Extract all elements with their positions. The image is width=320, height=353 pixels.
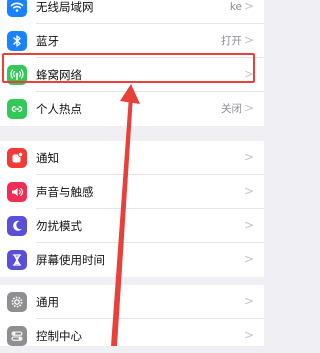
general-label: 通用: [36, 295, 59, 309]
settings-row-sounds[interactable]: 声音与触感 >: [0, 175, 264, 209]
chevron-right-icon: >: [243, 328, 254, 342]
sounds-label: 声音与触感: [36, 185, 94, 199]
hotspot-label: 个人热点: [36, 102, 82, 116]
settings-row-control-center[interactable]: 控制中心 >: [0, 319, 264, 353]
wifi-value: ke: [229, 1, 242, 13]
chevron-right-icon: >: [243, 0, 254, 13]
speaker-icon: [7, 182, 27, 202]
hourglass-icon: [7, 250, 27, 270]
chevron-right-icon: >: [243, 218, 254, 232]
chevron-right-icon: >: [243, 150, 254, 164]
notifications-label: 通知: [36, 151, 59, 165]
screen-time-label: 屏幕使用时间: [36, 253, 105, 267]
chevron-right-icon: >: [243, 184, 254, 198]
hotspot-value: 关闭: [221, 103, 242, 115]
cellular-highlight-box: [2, 53, 255, 83]
wifi-icon: [7, 0, 27, 17]
bluetooth-icon: [7, 31, 27, 51]
moon-icon: [7, 216, 27, 236]
chevron-right-icon: >: [243, 101, 254, 115]
general-group: 通用 > 控制中心 >: [0, 285, 264, 346]
chevron-right-icon: >: [243, 252, 254, 266]
settings-row-wifi[interactable]: 无线局域网 ke >: [0, 0, 264, 24]
notification-icon: [7, 148, 27, 168]
settings-row-hotspot[interactable]: 个人热点 关闭 >: [0, 92, 264, 126]
settings-row-general[interactable]: 通用 >: [0, 285, 264, 319]
dnd-label: 勿扰模式: [36, 219, 82, 233]
toggles-icon: [7, 326, 27, 346]
chevron-right-icon: >: [243, 294, 254, 308]
settings-row-screen-time[interactable]: 屏幕使用时间 >: [0, 243, 264, 277]
hotspot-icon: [7, 99, 27, 119]
wifi-label: 无线局域网: [36, 0, 94, 14]
settings-row-dnd[interactable]: 勿扰模式 >: [0, 209, 264, 243]
notifications-group: 通知 > 声音与触感 > 勿扰模式 > 屏幕使用时间 >: [0, 141, 264, 277]
gear-icon: [7, 292, 27, 312]
settings-row-notifications[interactable]: 通知 >: [0, 141, 264, 175]
control-center-label: 控制中心: [36, 329, 82, 343]
